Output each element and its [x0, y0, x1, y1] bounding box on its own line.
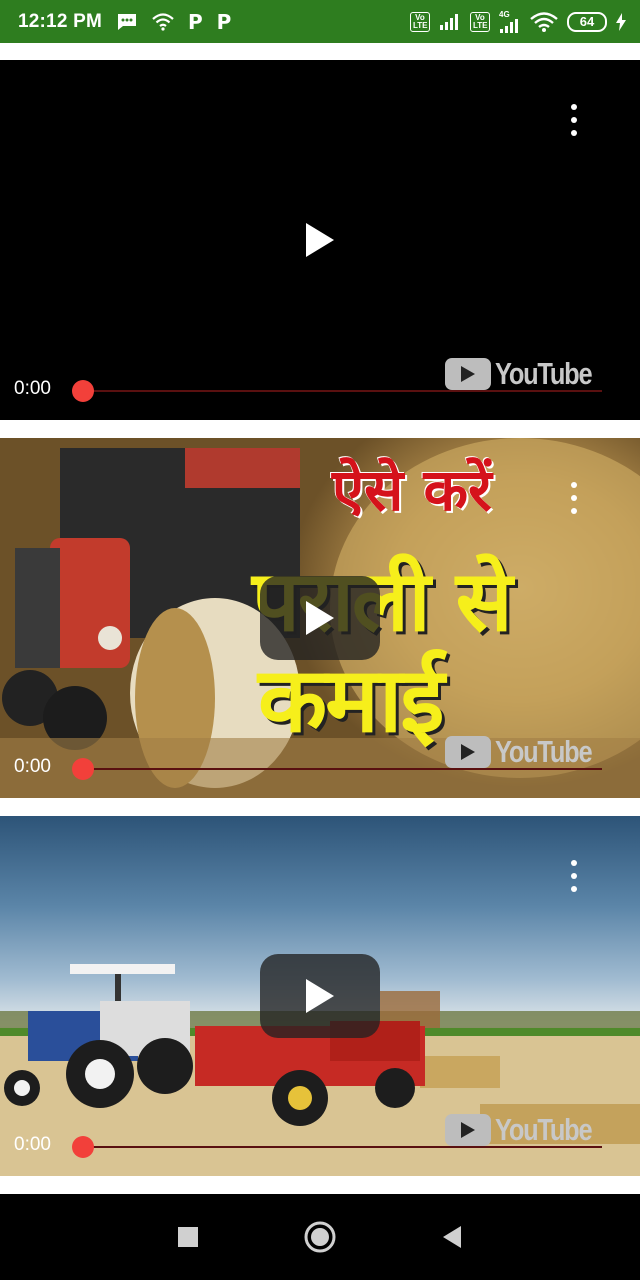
youtube-play-icon — [444, 736, 491, 768]
youtube-logo[interactable]: YouTube — [444, 1112, 613, 1148]
play-button[interactable] — [260, 198, 380, 282]
youtube-logo[interactable]: YouTube — [444, 734, 613, 770]
volte-badge-2: Vo LTE — [470, 11, 490, 32]
back-button[interactable] — [432, 1217, 472, 1257]
parking-app-icon-2: P — [216, 9, 232, 34]
battery-level: 64 — [579, 14, 595, 29]
dot — [571, 508, 577, 514]
play-icon — [306, 223, 334, 257]
video-time: 0:00 — [14, 1134, 51, 1155]
youtube-logo-text: YouTube — [494, 1112, 593, 1147]
more-vert-icon — [571, 104, 577, 110]
more-vert-icon — [571, 860, 577, 866]
charging-bolt-icon — [616, 12, 626, 31]
more-vert-icon — [571, 482, 577, 488]
video-menu-button[interactable] — [568, 104, 580, 136]
video-time: 0:00 — [14, 378, 51, 399]
video-time: 0:00 — [14, 756, 51, 777]
thumbnail-title-line-1: ऐसे करें — [332, 456, 492, 524]
volte-badge-1: Vo LTE — [410, 11, 430, 32]
play-icon — [306, 979, 334, 1013]
dot — [571, 886, 577, 892]
youtube-play-icon — [444, 1114, 491, 1146]
video-player-3[interactable]: 0:00 YouTube — [0, 816, 640, 1176]
status-time: 12:12 PM — [18, 10, 102, 32]
progress-knob[interactable] — [72, 1136, 94, 1158]
play-button[interactable] — [260, 954, 380, 1038]
status-bar: 12:12 PM P P Vo LTE Vo LTE 4G 64 — [0, 0, 640, 43]
dot — [571, 873, 577, 879]
play-button[interactable] — [260, 576, 380, 660]
video-menu-button[interactable] — [568, 860, 580, 892]
parking-app-icon: P — [187, 9, 203, 34]
dot — [571, 117, 577, 123]
youtube-logo[interactable]: YouTube — [444, 356, 613, 392]
youtube-logo-text: YouTube — [494, 734, 593, 769]
progress-knob[interactable] — [72, 758, 94, 780]
youtube-play-icon — [444, 358, 491, 390]
message-icon — [116, 12, 138, 32]
play-icon — [306, 601, 334, 635]
home-button[interactable] — [300, 1217, 340, 1257]
video-player-1[interactable]: 0:00 YouTube — [0, 60, 640, 420]
network-type-label: 4G — [499, 9, 510, 19]
home-circle-icon — [304, 1221, 336, 1253]
battery-indicator: 64 — [567, 11, 607, 32]
dot — [571, 130, 577, 136]
recents-button[interactable] — [168, 1217, 208, 1257]
video-menu-button[interactable] — [568, 482, 580, 514]
dot — [571, 495, 577, 501]
progress-knob[interactable] — [72, 380, 94, 402]
youtube-logo-text: YouTube — [494, 356, 593, 391]
wifi-strength-icon — [530, 11, 558, 32]
signal-4g-icon: 4G — [499, 9, 521, 33]
video-player-2[interactable]: ऐसे करें पराली से कमाई 0:00 YouTube — [0, 438, 640, 798]
signal-bars-icon — [439, 13, 461, 30]
back-triangle-icon — [443, 1226, 461, 1248]
wifi-icon — [152, 12, 174, 31]
system-nav-bar — [0, 1194, 640, 1280]
recents-square-icon — [178, 1227, 198, 1247]
